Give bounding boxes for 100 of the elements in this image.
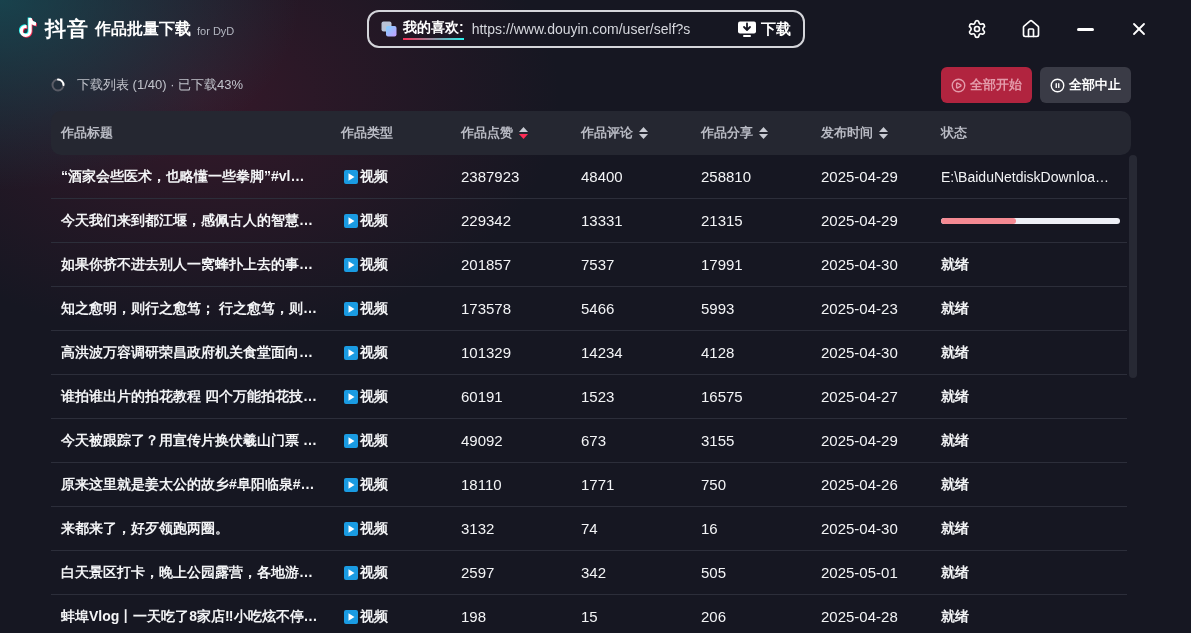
sort-icon[interactable] (879, 127, 888, 139)
column-header: 作品点赞 (461, 124, 513, 142)
play-icon (344, 565, 358, 580)
type-cell: 视频 (360, 167, 388, 186)
status-text: 就绪 (941, 300, 969, 316)
play-icon (344, 257, 358, 272)
date-cell: 2025-05-01 (821, 564, 898, 581)
shares-cell: 17991 (701, 256, 743, 273)
status-text: 就绪 (941, 608, 969, 624)
file-path-text: E:\BaiduNetdiskDownloa… (941, 168, 1110, 185)
date-cell: 2025-04-29 (821, 432, 898, 449)
spinner-icon (51, 78, 65, 92)
title-cell: 高洪波万容调研荣昌政府机关食堂面向… (61, 343, 313, 362)
title-cell: 如果你挤不进去别人一窝蜂扑上去的事… (61, 255, 313, 274)
shares-cell: 16 (701, 520, 718, 537)
status-text: 就绪 (941, 256, 969, 272)
shares-cell: 258810 (701, 168, 752, 185)
shares-cell: 750 (701, 476, 727, 493)
comments-cell: 7537 (581, 256, 615, 273)
comments-cell: 15 (581, 608, 598, 625)
date-cell: 2025-04-29 (821, 212, 898, 229)
download-summary: 下载列表 (1/40) · 已下载43% (77, 76, 244, 94)
source-label: 我的喜欢: (403, 18, 464, 40)
pause-circle-icon (1050, 77, 1065, 93)
likes-cell: 229342 (461, 212, 512, 229)
title-cell: 来都来了，好歹领跑两圈。 (61, 519, 229, 538)
play-icon (344, 433, 358, 448)
date-cell: 2025-04-30 (821, 520, 898, 537)
type-cell: 视频 (360, 387, 388, 406)
likes-cell: 49092 (461, 432, 503, 449)
shares-cell: 16575 (701, 388, 743, 405)
title-cell: 白天景区打卡，晚上公园露营，各地游… (61, 563, 313, 582)
likes-cell: 18110 (461, 476, 502, 493)
column-header: 发布时间 (821, 124, 873, 142)
likes-cell: 60191 (461, 388, 503, 405)
play-circle-icon (951, 77, 966, 93)
play-icon (344, 345, 358, 360)
comments-cell: 342 (581, 564, 607, 581)
shares-cell: 21315 (701, 212, 743, 229)
type-cell: 视频 (360, 563, 388, 582)
minimize-icon (1076, 27, 1094, 31)
shares-cell: 4128 (701, 344, 735, 361)
type-cell: 视频 (360, 255, 388, 274)
shares-cell: 505 (701, 564, 727, 581)
comments-cell: 1523 (581, 388, 615, 405)
app-title: 抖音 (45, 16, 89, 42)
comments-cell: 74 (581, 520, 598, 537)
settings-icon (967, 19, 987, 39)
date-cell: 2025-04-29 (821, 168, 898, 185)
sort-icon[interactable] (519, 127, 528, 139)
status-text: 就绪 (941, 344, 969, 360)
likes-cell: 201857 (461, 256, 512, 273)
title-cell: 蚌埠Vlog丨一天吃了8家店‼小吃炫不停… (61, 607, 318, 626)
title-cell: 原来这里就是姜太公的故乡#阜阳临泉#… (61, 475, 315, 494)
monitor-download-icon (737, 20, 757, 38)
stacked-squares-icon (381, 21, 397, 37)
date-cell: 2025-04-28 (821, 608, 898, 625)
likes-cell: 173578 (461, 300, 512, 317)
status-text: 就绪 (941, 476, 969, 492)
type-cell: 视频 (360, 299, 388, 318)
date-cell: 2025-04-30 (821, 344, 898, 361)
title-cell: 知之愈明，则行之愈笃； 行之愈笃，则… (61, 299, 317, 318)
play-icon (344, 521, 358, 536)
home-icon (1021, 19, 1041, 39)
column-header: 状态 (941, 124, 967, 142)
status-text: 就绪 (941, 520, 969, 536)
title-cell: “酒家会些医术，也略懂一些拳脚”#vl… (61, 167, 305, 186)
title-cell: 谁拍谁出片的拍花教程 四个万能拍花技… (61, 387, 317, 406)
type-cell: 视频 (360, 607, 388, 626)
type-cell: 视频 (360, 343, 388, 362)
url-field[interactable]: https://www.douyin.com/user/self?s (471, 21, 731, 37)
download-button[interactable]: 下载 (737, 19, 791, 39)
play-icon (344, 389, 358, 404)
date-cell: 2025-04-23 (821, 300, 898, 317)
likes-cell: 198 (461, 608, 487, 625)
comments-cell: 14234 (581, 344, 623, 361)
stop-all-button[interactable]: 全部中止 (1040, 67, 1131, 103)
comments-cell: 673 (581, 432, 607, 449)
status-text: 就绪 (941, 388, 969, 404)
likes-cell: 101329 (461, 344, 512, 361)
play-icon (344, 301, 358, 316)
title-cell: 今天被跟踪了？用宣传片换伏羲山门票 … (61, 431, 317, 450)
date-cell: 2025-04-30 (821, 256, 898, 273)
comments-cell: 13331 (581, 212, 623, 229)
column-header: 作品评论 (581, 124, 633, 142)
column-header: 作品类型 (341, 124, 393, 142)
sort-icon[interactable] (759, 127, 768, 139)
type-cell: 视频 (360, 431, 388, 450)
app-subtitle: 作品批量下载 (95, 18, 191, 39)
date-cell: 2025-04-26 (821, 476, 898, 493)
shares-cell: 5993 (701, 300, 735, 317)
sort-icon[interactable] (639, 127, 648, 139)
status-text: 就绪 (941, 564, 969, 580)
play-icon (344, 169, 358, 184)
comments-cell: 48400 (581, 168, 623, 185)
status-text: 就绪 (941, 432, 969, 448)
column-header: 作品标题 (61, 124, 113, 142)
likes-cell: 2387923 (461, 168, 520, 185)
column-header: 作品分享 (701, 124, 753, 142)
shares-cell: 3155 (701, 432, 735, 449)
